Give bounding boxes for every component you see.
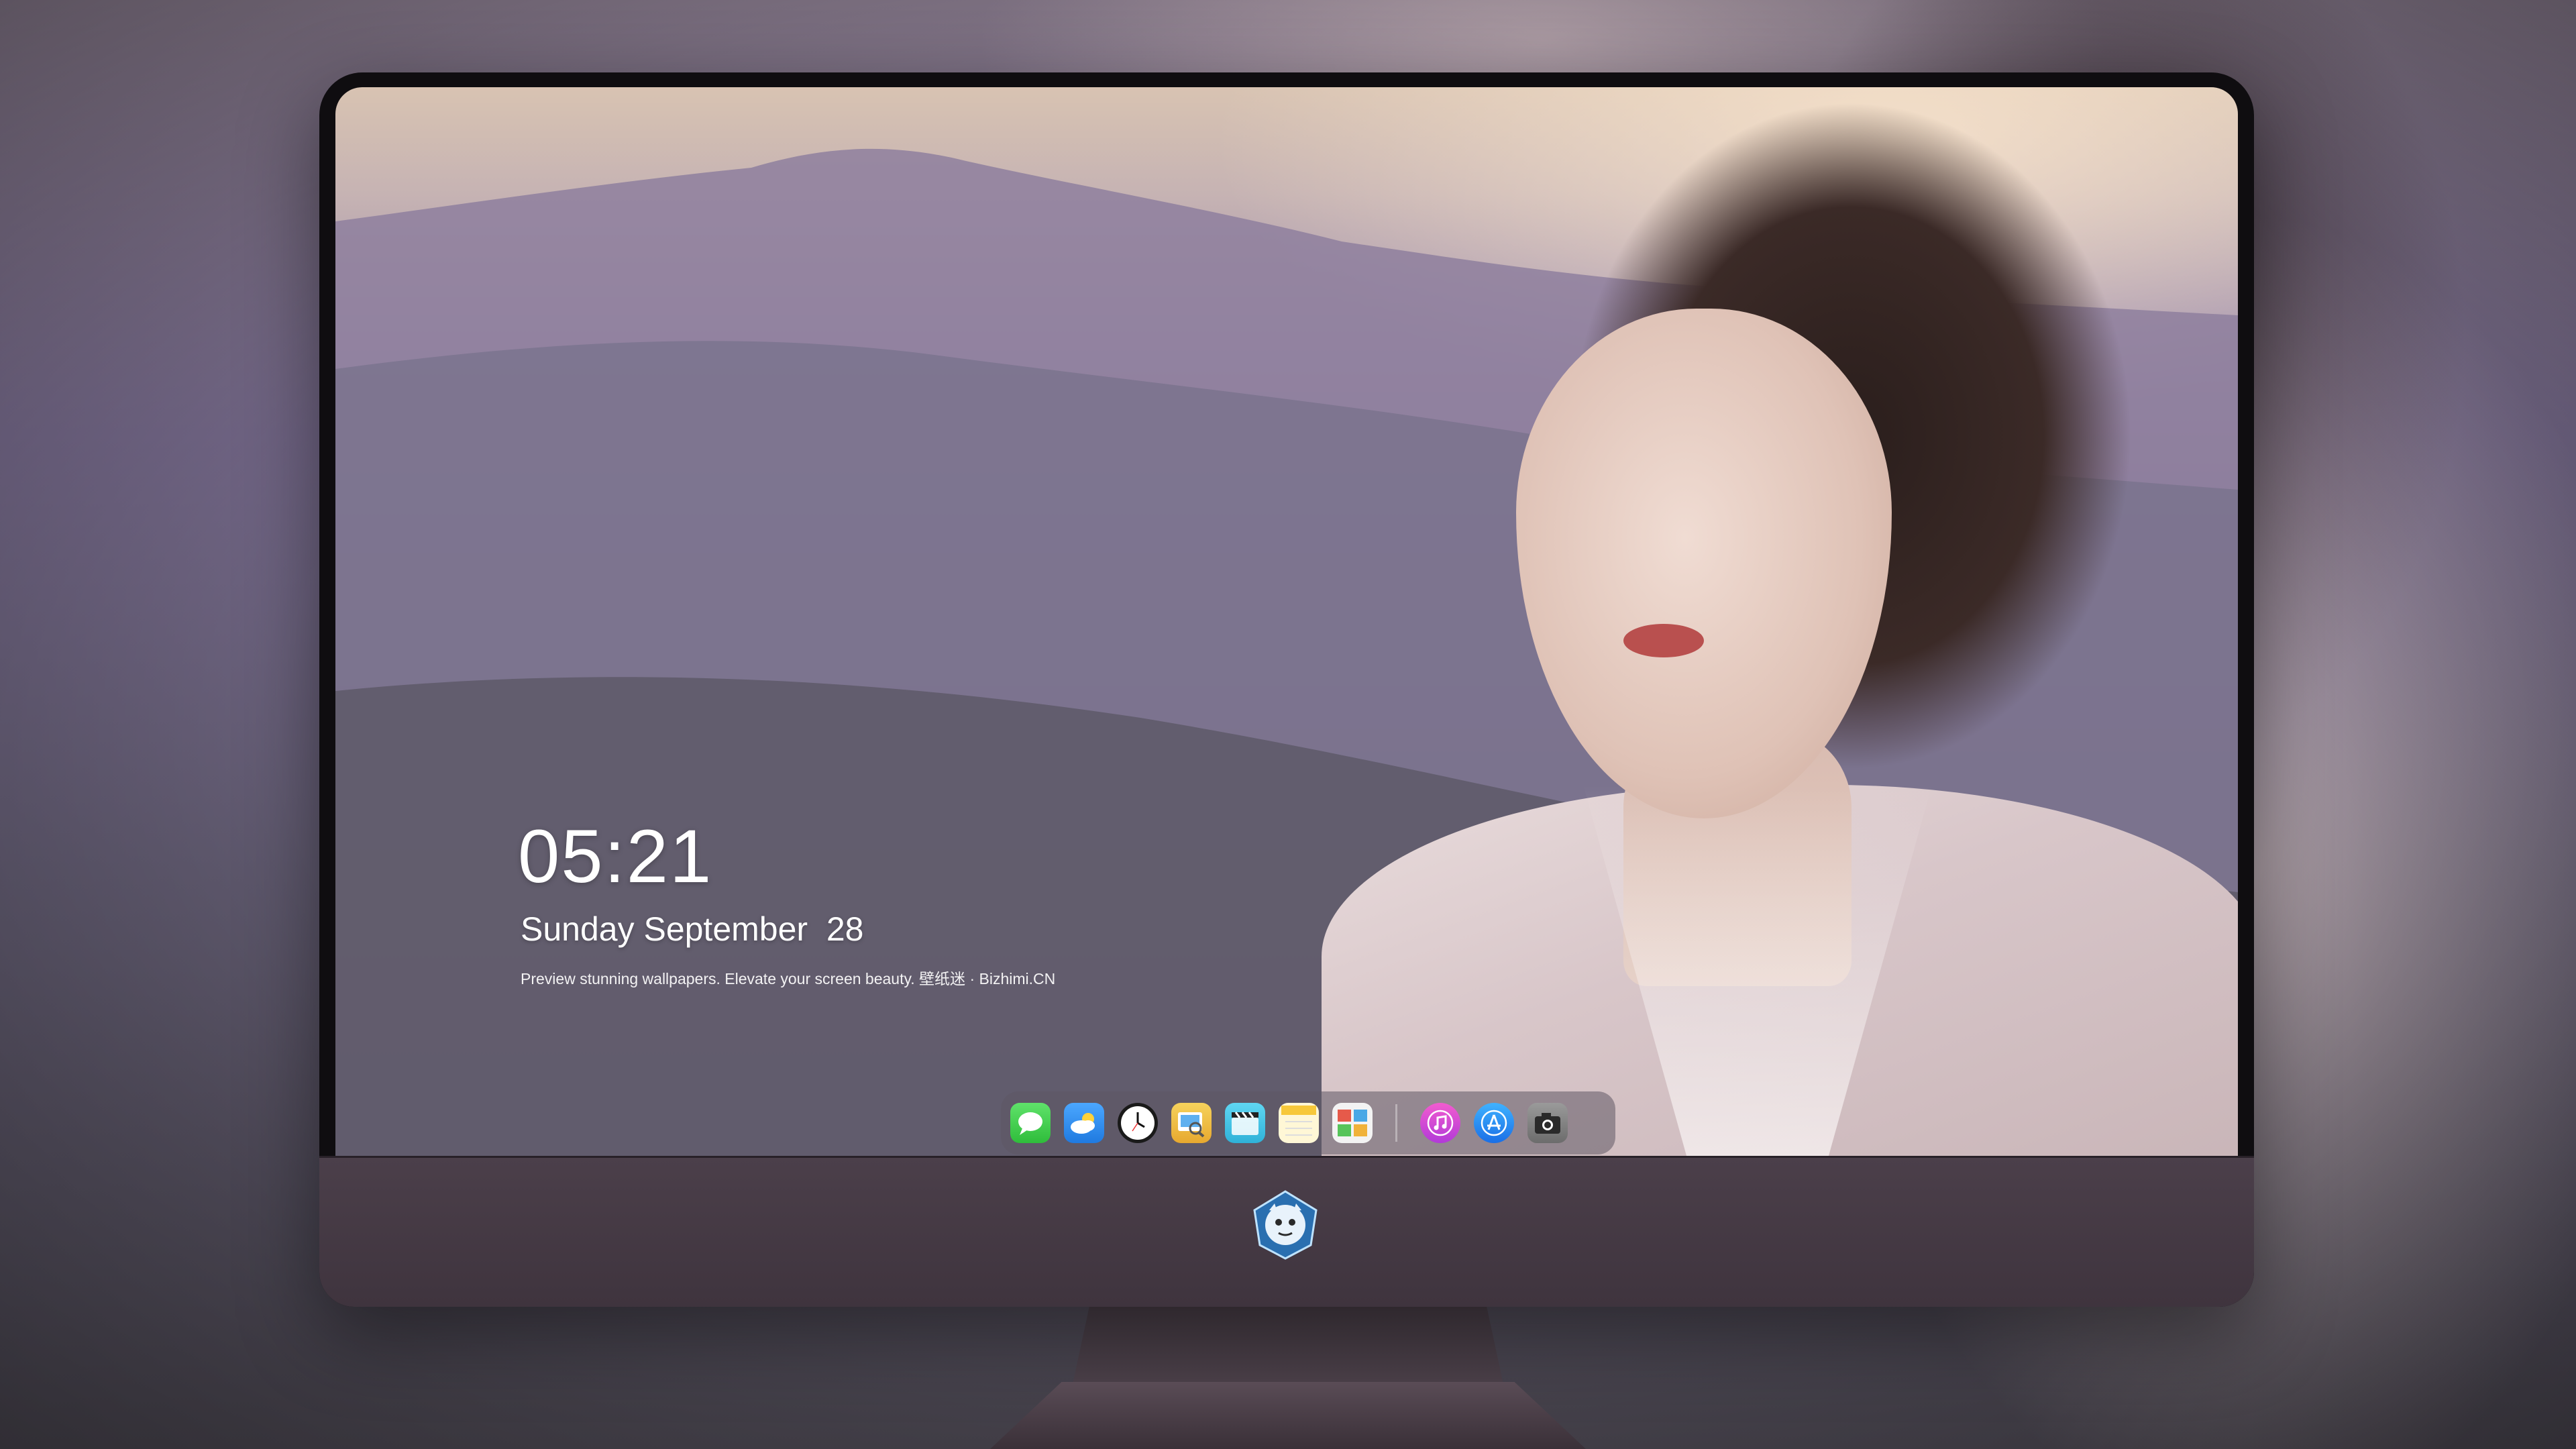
preview-icon[interactable] [1171, 1103, 1212, 1143]
monitor-stand-base [990, 1382, 1586, 1449]
dock-separator [1395, 1104, 1397, 1142]
video-icon[interactable] [1225, 1103, 1265, 1143]
photo-gallery-icon[interactable] [1332, 1103, 1373, 1143]
brand-logo-icon [1250, 1190, 1320, 1260]
camera-icon[interactable] [1527, 1103, 1568, 1143]
app-store-icon[interactable] [1474, 1103, 1514, 1143]
clock-icon[interactable] [1118, 1103, 1158, 1143]
dock [1001, 1091, 1615, 1155]
monitor-chin [319, 1156, 2254, 1307]
lockscreen-time: 05:21 [518, 814, 713, 898]
weather-icon[interactable] [1064, 1103, 1104, 1143]
screen: 05:21 Sunday September 28 Preview stunni… [335, 87, 2238, 1157]
monitor-stand-neck [1072, 1307, 1504, 1387]
messages-icon[interactable] [1010, 1103, 1051, 1143]
notes-icon[interactable] [1279, 1103, 1319, 1143]
lockscreen-date: Sunday September 28 [521, 910, 864, 948]
monitor: 05:21 Sunday September 28 Preview stunni… [319, 72, 2254, 1307]
lips [1623, 624, 1704, 657]
lockscreen-caption: Preview stunning wallpapers. Elevate you… [521, 970, 1056, 987]
music-icon[interactable] [1420, 1103, 1460, 1143]
